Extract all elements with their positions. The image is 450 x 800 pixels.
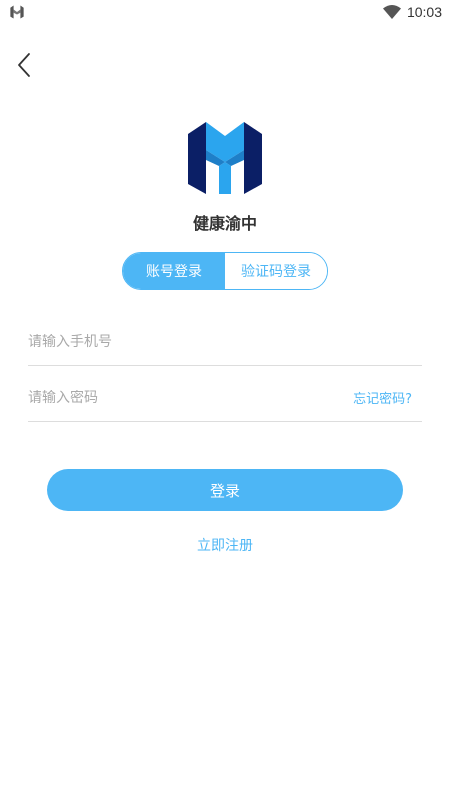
password-input[interactable] <box>28 389 354 406</box>
login-button[interactable]: 登录 <box>47 469 403 511</box>
app-logo-icon <box>188 122 262 194</box>
phone-input[interactable] <box>28 333 422 350</box>
status-time: 10:03 <box>406 4 442 20</box>
phone-field-row <box>28 318 422 366</box>
tab-code-login[interactable]: 验证码登录 <box>225 253 327 289</box>
app-name: 健康渝中 <box>192 214 257 233</box>
forgot-password-link[interactable]: 忘记密码? <box>353 388 422 407</box>
password-field-row: 忘记密码? <box>28 374 422 422</box>
app-logo-icon <box>10 5 24 19</box>
tab-account-login[interactable]: 账号登录 <box>123 253 225 289</box>
status-right: 10:03 <box>382 3 442 21</box>
register-link[interactable]: 立即注册 <box>0 535 450 555</box>
wifi-icon <box>382 5 401 19</box>
back-button[interactable] <box>10 50 38 80</box>
login-tabs: 账号登录 验证码登录 <box>122 252 328 290</box>
status-bar: 10:03 <box>0 0 450 24</box>
chevron-left-icon <box>18 53 30 77</box>
